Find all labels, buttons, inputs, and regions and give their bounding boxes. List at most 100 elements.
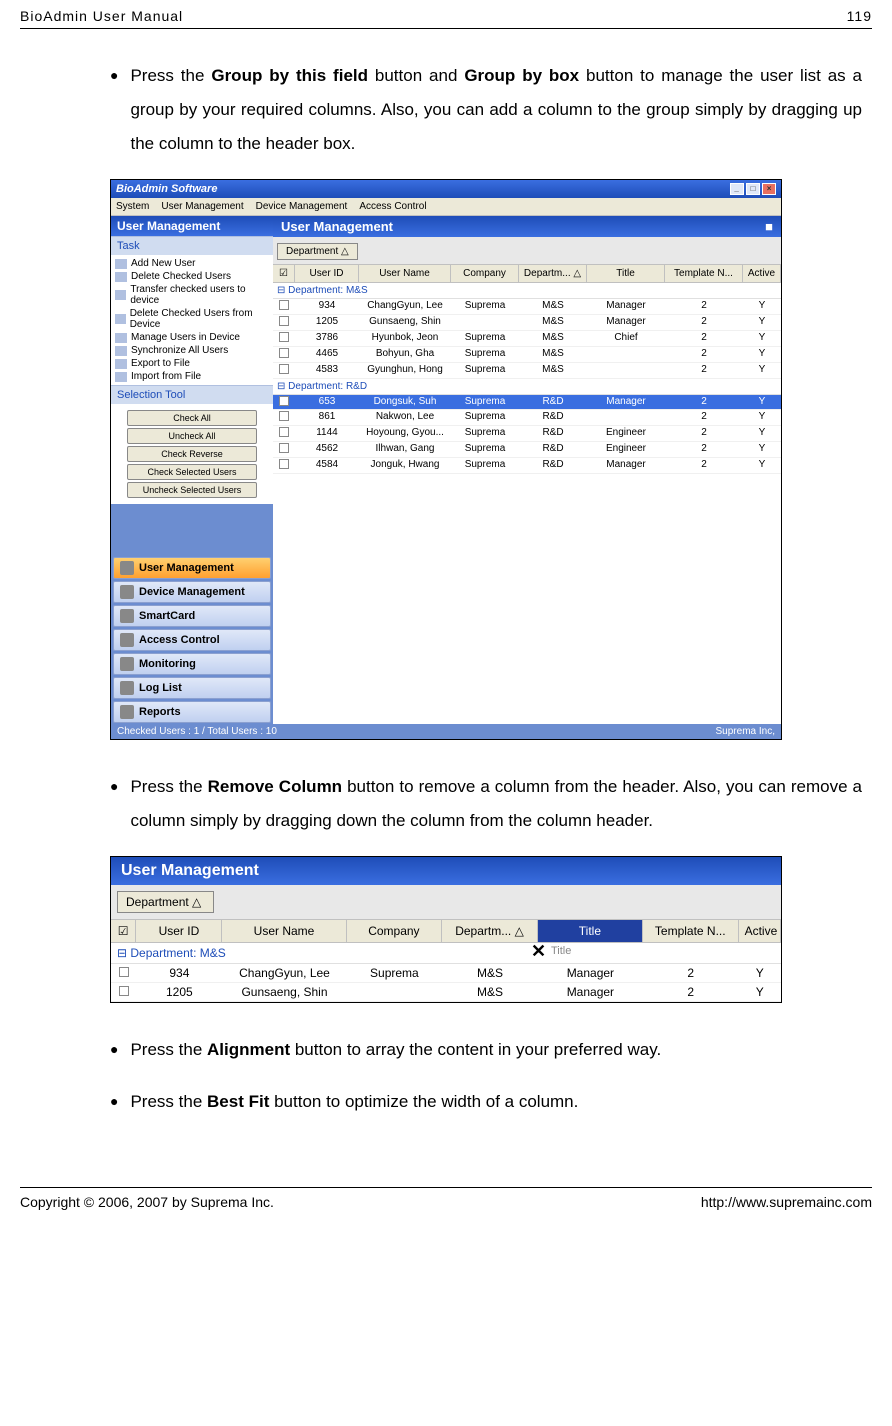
report-icon [120,705,134,719]
row-checkbox[interactable] [119,986,129,996]
table-row[interactable]: 3786Hyunbok, JeonSupremaM&SChief2Y [273,331,781,347]
close-icon[interactable]: × [762,183,776,195]
ss2-col-department[interactable]: Departm... △ [442,920,538,942]
export-icon [115,359,127,369]
cell [273,442,295,457]
bold-text: Alignment [207,1040,290,1059]
cell: Y [743,331,781,346]
ss2-col-checkbox[interactable]: ☑ [111,920,136,942]
nav-access-control[interactable]: Access Control [113,629,271,651]
task-import[interactable]: Import from File [113,370,271,383]
cell: 2 [643,964,739,982]
table-row[interactable]: ✓653Dongsuk, SuhSupremaR&DManager2Y [273,395,781,410]
col-template[interactable]: Template N... [665,265,743,282]
row-checkbox[interactable] [119,967,129,977]
group-chip-department[interactable]: Department △ [277,243,358,260]
nav-reports[interactable]: Reports [113,701,271,723]
check-selected-button[interactable]: Check Selected Users [127,464,257,480]
col-user-id[interactable]: User ID [295,265,359,282]
col-user-name[interactable]: User Name [359,265,451,282]
group-row-ms[interactable]: ⊟ Department: M&S [273,283,781,299]
row-checkbox[interactable]: ✓ [279,396,289,406]
cell: M&S [519,363,587,378]
table-row[interactable]: 1205Gunsaeng, ShinM&SManager2Y [273,315,781,331]
ss2-col-company[interactable]: Company [347,920,443,942]
table-row[interactable]: 4562Ilhwan, GangSupremaR&DEngineer2Y [273,442,781,458]
cell: 2 [665,442,743,457]
table-row[interactable]: 4465Bohyun, GhaSupremaM&S2Y [273,347,781,363]
text: Press the [130,1092,207,1111]
task-label: Import from File [131,371,201,382]
cell: Suprema [451,426,519,441]
main-area: User Management ■ Department △ ☑ User ID… [273,216,781,724]
check-reverse-button[interactable]: Check Reverse [127,446,257,462]
uncheck-selected-button[interactable]: Uncheck Selected Users [127,482,257,498]
task-export[interactable]: Export to File [113,357,271,370]
menu-user-mgmt[interactable]: User Management [161,201,243,212]
minimize-icon[interactable]: _ [730,183,744,195]
task-delete-device[interactable]: Delete Checked Users from Device [113,307,271,331]
cell: Manager [587,395,665,409]
menu-access-control[interactable]: Access Control [359,201,426,212]
menu-system[interactable]: System [116,201,149,212]
uncheck-all-button[interactable]: Uncheck All [127,428,257,444]
row-checkbox[interactable] [279,316,289,326]
table-row[interactable]: 1144Hoyoung, Gyou...SupremaR&DEngineer2Y [273,426,781,442]
ss2-group-bar[interactable]: Department △ [111,885,781,920]
task-sync[interactable]: Synchronize All Users [113,344,271,357]
row-checkbox[interactable] [279,300,289,310]
row-checkbox[interactable] [279,459,289,469]
nav-log-list[interactable]: Log List [113,677,271,699]
task-manage-device[interactable]: Manage Users in Device [113,331,271,344]
nav-device-mgmt[interactable]: Device Management [113,581,271,603]
task-transfer[interactable]: Transfer checked users to device [113,283,271,307]
task-add-user[interactable]: Add New User [113,257,271,270]
cell: 2 [665,363,743,378]
col-title[interactable]: Title [587,265,665,282]
table-row[interactable]: 934ChangGyun, LeeSupremaM&SManager2Y [273,299,781,315]
table-row[interactable]: 861Nakwon, LeeSupremaR&D2Y [273,410,781,426]
nav-label: Access Control [139,634,220,646]
ss2-col-template[interactable]: Template N... [643,920,739,942]
ss2-col-user-name[interactable]: User Name [222,920,346,942]
table-row[interactable]: 4584Jonguk, HwangSupremaR&DManager2Y [273,458,781,474]
nav-smartcard[interactable]: SmartCard [113,605,271,627]
col-active[interactable]: Active [743,265,781,282]
bullet-dot: ● [110,770,118,838]
row-checkbox[interactable] [279,364,289,374]
cell: Gunsaeng, Shin [359,315,451,330]
group-bar[interactable]: Department △ [273,237,781,265]
row-checkbox[interactable] [279,332,289,342]
cell [273,458,295,473]
table-row[interactable]: 4583Gyunghun, HongSupremaM&S2Y [273,363,781,379]
check-all-button[interactable]: Check All [127,410,257,426]
nav-user-mgmt[interactable]: User Management [113,557,271,579]
ss2-col-title-dragging[interactable]: Title [538,920,643,942]
col-department[interactable]: Departm... △ [519,265,587,282]
group-row-rd[interactable]: ⊟ Department: R&D [273,379,781,395]
row-checkbox[interactable] [279,443,289,453]
ss2-group-chip[interactable]: Department △ [117,891,214,913]
text: button and [368,66,464,85]
nav-monitoring[interactable]: Monitoring [113,653,271,675]
table-row[interactable]: 1205Gunsaeng, ShinM&SManager2Y [111,983,781,1002]
ss2-col-active[interactable]: Active [739,920,781,942]
cell: ChangGyun, Lee [359,299,451,314]
row-checkbox[interactable] [279,348,289,358]
ss2-group-row-ms[interactable]: ⊟ Department: M&S ✕ Title [111,943,781,964]
bullet-dot: ● [110,59,118,161]
table-row[interactable]: 934ChangGyun, LeeSupremaM&SManager2Y [111,964,781,983]
cell [273,347,295,362]
bullet-4: ● Press the Best Fit button to optimize … [110,1085,862,1119]
task-delete-checked[interactable]: Delete Checked Users [113,270,271,283]
menu-device-mgmt[interactable]: Device Management [256,201,348,212]
col-checkbox[interactable]: ☑ [273,265,295,282]
row-checkbox[interactable] [279,427,289,437]
col-company[interactable]: Company [451,265,519,282]
row-checkbox[interactable] [279,411,289,421]
cell: Y [743,315,781,330]
cell: Suprema [451,347,519,362]
cell: Engineer [587,442,665,457]
ss2-col-user-id[interactable]: User ID [136,920,222,942]
maximize-icon[interactable]: □ [746,183,760,195]
